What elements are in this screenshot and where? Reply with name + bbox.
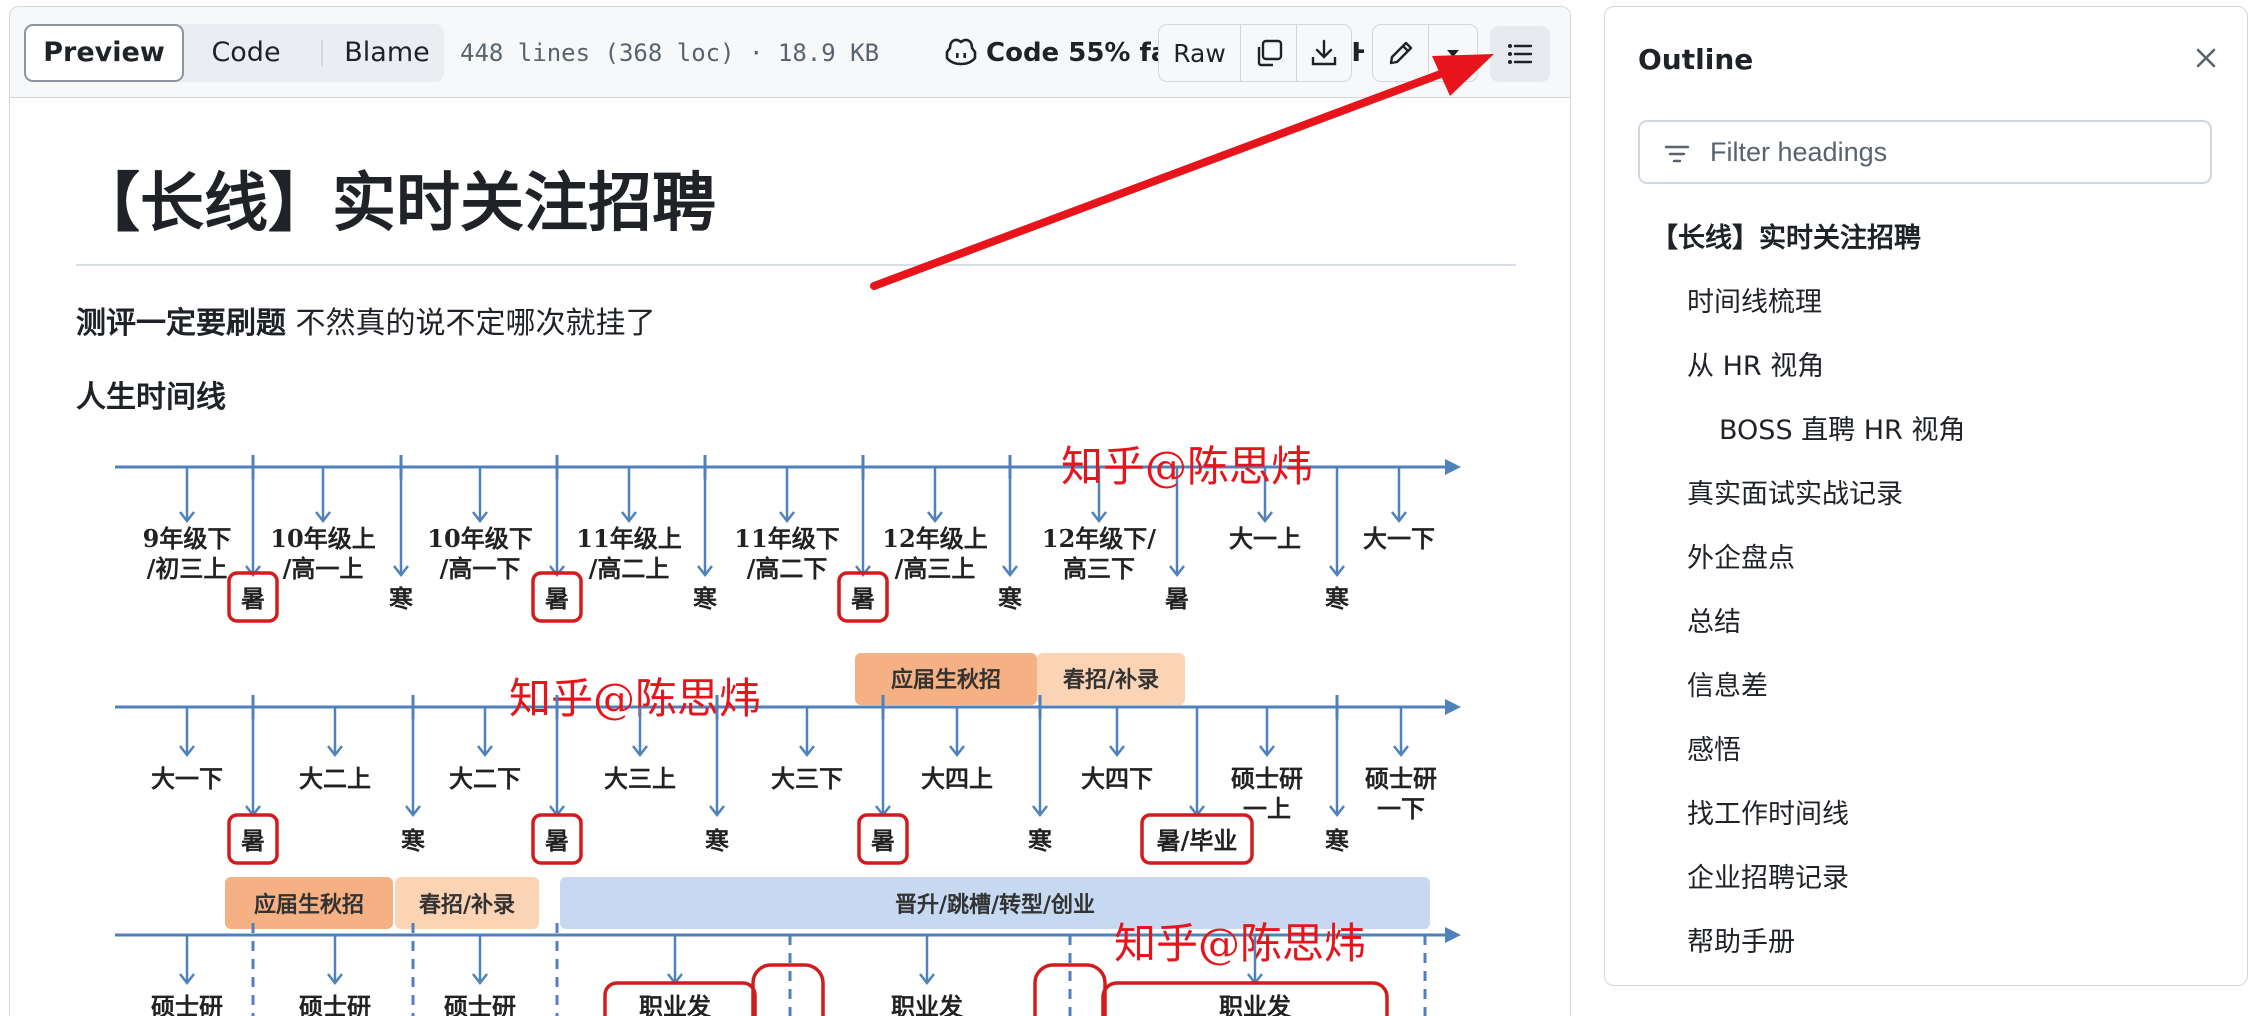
copy-raw-button[interactable] <box>1241 25 1297 81</box>
timeline-axis-arrowhead <box>1445 699 1461 715</box>
row3-period-label: 硕士研 <box>444 992 516 1016</box>
outline-item[interactable]: 感悟 <box>1605 719 2247 783</box>
row2-break-label: 寒 <box>705 826 729 855</box>
career-highlight-box-2 <box>751 963 825 1016</box>
row1-break-label: 暑 <box>545 584 569 613</box>
row2-break-label: 暑/毕业 <box>1157 826 1238 855</box>
row2-break-label: 暑 <box>241 826 265 855</box>
watermark-2: 知乎@陈思炜 <box>509 674 761 723</box>
outline-item[interactable]: BOSS 直聘 HR 视角 <box>1605 399 2247 463</box>
outline-item[interactable]: 真实面试实战记录 <box>1605 463 2247 527</box>
outline-item[interactable]: 从 HR 视角 <box>1605 335 2247 399</box>
raw-button[interactable]: Raw <box>1159 25 1241 81</box>
row1-break-label: 寒 <box>998 584 1022 613</box>
band-autumn-label-2: 应届生秋招 <box>254 892 364 918</box>
row2-break-label: 寒 <box>1325 826 1349 855</box>
row1-period-label: 11年级上/高二上 <box>576 524 681 583</box>
pencil-icon <box>1389 41 1412 65</box>
row2-period-label: 大三下 <box>771 764 843 793</box>
row2-period-label: 大二下 <box>449 764 521 793</box>
watermark-3: 知乎@陈思炜 <box>1114 919 1366 968</box>
row2-period-label: 大四上 <box>921 764 993 793</box>
row3-period-label: 职业发 <box>891 992 963 1016</box>
row1-period-label: 大一下 <box>1363 524 1435 553</box>
file-toolbar: Preview Code Blame 448 lines (368 loc) ·… <box>10 7 1570 98</box>
more-edit-options-button[interactable] <box>1429 25 1477 81</box>
lead-paragraph: 测评一定要刷题 不然真的说不定哪次就挂了 <box>76 304 1516 344</box>
outline-item[interactable]: 总结 <box>1605 591 2247 655</box>
row1-break-label: 寒 <box>693 584 717 613</box>
filter-headings-input[interactable] <box>1710 128 2190 176</box>
row3-period-label: 硕士研 <box>151 992 223 1016</box>
outline-item[interactable]: 【长线】实时关注招聘 <box>1605 207 2247 271</box>
band-career-label: 晋升/跳槽/转型/创业 <box>895 892 1095 918</box>
filter-icon <box>1664 145 1690 163</box>
copy-icon <box>1257 39 1282 67</box>
row1-period-label: 12年级上/高三上 <box>882 524 987 583</box>
copilot-icon <box>945 38 977 66</box>
section-heading-life-timeline: 人生时间线 <box>76 380 226 415</box>
outline-item[interactable]: 企业招聘记录 <box>1605 847 2247 911</box>
outline-title: Outline <box>1638 43 1754 76</box>
list-unordered-icon <box>1508 44 1533 64</box>
life-timeline-figure: 9年级下/初三上 10年级上/高一上 10年级下/高一下 11年级上/高二上 11年级下… <box>115 442 1461 1016</box>
filter-headings-field <box>1638 120 2212 184</box>
outline-item[interactable]: 外企盘点 <box>1605 527 2247 591</box>
band-autumn-label-1: 应届生秋招 <box>891 667 1001 693</box>
document-title: 【长线】实时关注招聘 <box>76 98 1516 266</box>
code-tab[interactable]: Code <box>196 24 296 82</box>
row2-period-label: 大四下 <box>1081 764 1153 793</box>
triangle-down-icon <box>1447 50 1459 57</box>
row1-break-label: 暑 <box>1165 584 1189 613</box>
view-mode-segmented-control: Preview Code Blame <box>24 24 444 82</box>
blame-tab[interactable]: Blame <box>332 24 442 82</box>
file-size-info: 448 lines (368 loc) · 18.9 KB <box>460 39 880 67</box>
row1-break-label: 寒 <box>389 584 413 613</box>
row1-period-label: 11年级下/高二下 <box>734 524 839 583</box>
outline-heading-list: 【长线】实时关注招聘 时间线梳理从 HR 视角 BOSS 直聘 HR 视角 真实面试实… <box>1605 207 2247 975</box>
outline-toggle-button[interactable] <box>1490 26 1550 82</box>
timeline-axis-arrowhead <box>1445 459 1461 475</box>
download-icon <box>1311 39 1337 66</box>
row2-period-label: 大二上 <box>299 764 371 793</box>
row2-break-label: 暑 <box>545 826 569 855</box>
row1-period-label: 12年级下/高三下 <box>1042 524 1156 583</box>
file-actions-group: Raw <box>1158 24 1352 82</box>
row2-period-label: 大三上 <box>604 764 676 793</box>
markdown-body: 【长线】实时关注招聘 测评一定要刷题 不然真的说不定哪次就挂了 人生时间线 <box>76 98 1516 418</box>
watermark-1: 知乎@陈思炜 <box>1061 442 1313 491</box>
lead-rest-text: 不然真的说不定哪次就挂了 <box>286 306 656 341</box>
row1-period-label: 10年级下/高一下 <box>427 524 532 583</box>
download-button[interactable] <box>1297 25 1351 81</box>
row3-period-label: 职业发 <box>1219 992 1291 1016</box>
row1-break-label: 寒 <box>1325 584 1349 613</box>
row3-period-label: 职业发 <box>639 992 711 1016</box>
row1-period-label: 9年级下/初三上 <box>143 524 232 583</box>
row1-period-label: 大一上 <box>1229 524 1301 553</box>
row1-break-label: 暑 <box>851 584 875 613</box>
outline-item[interactable]: 找工作时间线 <box>1605 783 2247 847</box>
band-spring-label-1: 春招/补录 <box>1063 667 1159 693</box>
edit-actions-group <box>1372 24 1478 82</box>
row1-period-label: 10年级上/高一上 <box>270 524 375 583</box>
outline-panel: Outline 【长线】实时关注招聘时间线梳理从 HR 视角BOSS 直聘 HR… <box>1604 6 2248 986</box>
outline-item[interactable]: 帮助手册 <box>1605 911 2247 975</box>
edit-file-button[interactable] <box>1373 25 1429 81</box>
row3-period-label: 硕士研 <box>299 992 371 1016</box>
timeline-axis-arrowhead <box>1445 927 1461 943</box>
outline-item[interactable]: 时间线梳理 <box>1605 271 2247 335</box>
row2-period-label: 大一下 <box>151 764 223 793</box>
preview-tab[interactable]: Preview <box>24 24 184 82</box>
row2-break-label: 寒 <box>1028 826 1052 855</box>
row2-period-label: 硕士研一下 <box>1365 764 1437 823</box>
row2-break-label: 暑 <box>871 826 895 855</box>
row2-break-label: 寒 <box>401 826 425 855</box>
outline-item[interactable]: 信息差 <box>1605 655 2247 719</box>
lead-bold-text: 测评一定要刷题 <box>76 306 286 341</box>
band-spring-label-2: 春招/补录 <box>419 892 515 918</box>
segment-divider <box>321 40 323 66</box>
row1-break-label: 暑 <box>241 584 265 613</box>
close-icon[interactable] <box>2191 43 2221 73</box>
